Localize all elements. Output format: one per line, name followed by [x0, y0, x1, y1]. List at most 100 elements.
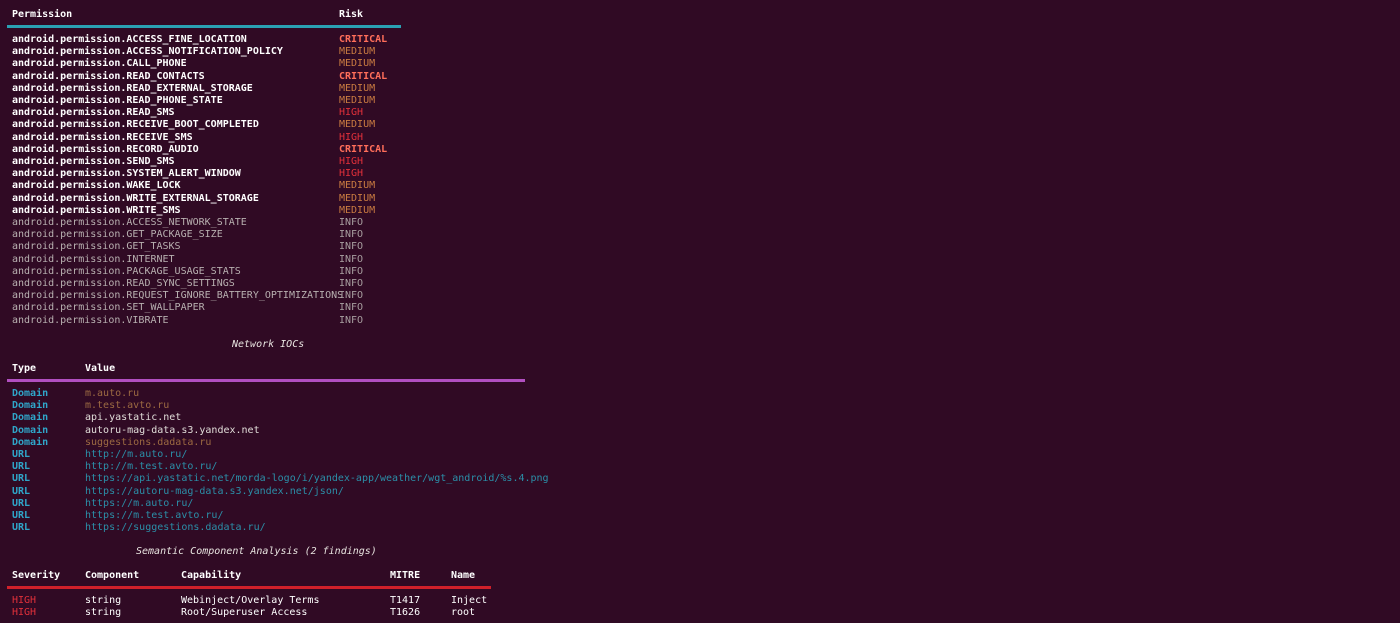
- permission-name: android.permission.GET_PACKAGE_SIZE: [12, 229, 223, 241]
- ioc-type: URL: [12, 485, 31, 497]
- finding-row: HIGH string Root/Superuser Access T1626 root: [0, 607, 500, 619]
- ioc-row: URL https://api.yastatic.net/morda-logo/i…: [0, 473, 549, 485]
- ioc-value: m.test.avto.ru: [85, 400, 170, 412]
- ioc-row: URL https://suggestions.dadata.ru/: [0, 522, 540, 534]
- permission-name: android.permission.RECEIVE_BOOT_COMPLETE…: [12, 119, 259, 131]
- permission-name: android.permission.SET_WALLPAPER: [12, 302, 205, 314]
- permission-name: android.permission.READ_SMS: [12, 107, 175, 119]
- finding-mitre-id: T1417: [390, 595, 421, 606]
- capability-column-header: Capability: [181, 570, 242, 581]
- ioc-type: URL: [12, 449, 31, 460]
- risk-level: INFO: [339, 278, 364, 289]
- ioc-row: URL https://m.auto.ru/: [0, 498, 540, 510]
- permission-row: android.permission.RECEIVE_BOOT_COMPLETE…: [0, 119, 400, 131]
- risk-level: CRITICAL: [339, 70, 388, 82]
- permission-name: android.permission.INTERNET: [12, 253, 175, 265]
- permission-name: android.permission.WAKE_LOCK: [12, 180, 181, 192]
- ioc-row: URL https://m.test.avto.ru/: [0, 510, 540, 522]
- semantic-header-divider: [7, 586, 491, 589]
- ioc-row: Domain autoru-mag-data.s3.yandex.net: [0, 425, 540, 437]
- risk-level: MEDIUM: [339, 119, 376, 131]
- mitre-column-header: MITRE: [390, 570, 421, 581]
- ioc-value: api.yastatic.net: [85, 412, 182, 424]
- ioc-type: Domain: [12, 412, 49, 424]
- ioc-row: Domain suggestions.dadata.ru: [0, 437, 540, 449]
- permission-row: android.permission.WRITE_EXTERNAL_STORAG…: [0, 193, 400, 205]
- ioc-row: Domain api.yastatic.net: [0, 412, 540, 424]
- risk-level: INFO: [339, 314, 364, 326]
- permission-name: android.permission.SYSTEM_ALERT_WINDOW: [12, 168, 241, 180]
- permission-row: android.permission.READ_SMS HIGH: [0, 107, 400, 119]
- permission-row: android.permission.SEND_SMS HIGH: [0, 156, 400, 168]
- ioc-value: http://m.auto.ru/: [85, 449, 188, 460]
- permission-row: android.permission.ACCESS_NOTIFICATION_P…: [0, 46, 400, 58]
- risk-level: HIGH: [339, 156, 364, 167]
- ioc-value: autoru-mag-data.s3.yandex.net: [85, 424, 260, 436]
- permission-row: android.permission.REQUEST_IGNORE_BATTER…: [0, 290, 400, 302]
- ioc-row: URL https://autoru-mag-data.s3.yandex.net…: [0, 486, 540, 498]
- risk-level: MEDIUM: [339, 58, 376, 70]
- permission-row: android.permission.INTERNET INFO: [0, 254, 400, 266]
- permission-name: android.permission.READ_CONTACTS: [12, 70, 205, 82]
- risk-level: HIGH: [339, 168, 364, 180]
- permission-name: android.permission.READ_EXTERNAL_STORAGE: [12, 82, 253, 94]
- risk-level: INFO: [339, 302, 364, 314]
- permission-name: android.permission.CALL_PHONE: [12, 58, 187, 70]
- risk-level: INFO: [339, 265, 364, 277]
- ioc-value: m.auto.ru: [85, 388, 140, 399]
- ioc-value: https://api.yastatic.net/morda-logo/i/ya…: [85, 473, 549, 485]
- ioc-row: URL http://m.test.avto.ru/: [0, 461, 540, 473]
- semantic-analysis-title: Semantic Component Analysis (2 findings): [136, 546, 377, 557]
- risk-level: CRITICAL: [339, 34, 388, 45]
- permission-row: android.permission.GET_TASKS INFO: [0, 241, 400, 253]
- permission-row: android.permission.READ_PHONE_STATE MEDIU…: [0, 95, 400, 107]
- network-iocs-title: Network IOCs: [232, 339, 305, 350]
- risk-level: CRITICAL: [339, 143, 388, 155]
- permission-name: android.permission.PACKAGE_USAGE_STATS: [12, 265, 241, 277]
- permissions-header-divider: [7, 25, 401, 28]
- ioc-row: Domain m.auto.ru: [0, 388, 540, 400]
- permission-name: android.permission.READ_SYNC_SETTINGS: [12, 278, 235, 289]
- severity-column-header: Severity: [12, 570, 61, 581]
- ioc-type: URL: [12, 522, 31, 534]
- ioc-row: URL http://m.auto.ru/: [0, 449, 540, 461]
- risk-level: MEDIUM: [339, 95, 376, 106]
- finding-name: Inject: [451, 595, 488, 606]
- finding-capability: Root/Superuser Access: [181, 607, 308, 619]
- ioc-type: Domain: [12, 400, 49, 412]
- ioc-type: Domain: [12, 436, 49, 448]
- permission-name: android.permission.ACCESS_NOTIFICATION_P…: [12, 46, 283, 58]
- permission-row: android.permission.SET_WALLPAPER INFO: [0, 302, 400, 314]
- finding-component: string: [85, 595, 122, 606]
- risk-column-header: Risk: [339, 9, 364, 20]
- ioc-value: http://m.test.avto.ru/: [85, 461, 218, 473]
- finding-severity: HIGH: [12, 607, 37, 619]
- finding-capability: Webinject/Overlay Terms: [181, 595, 320, 606]
- type-column-header: Type: [12, 363, 37, 374]
- risk-level: INFO: [339, 229, 364, 241]
- ioc-type: URL: [12, 473, 31, 485]
- finding-mitre-id: T1626: [390, 607, 421, 619]
- risk-level: HIGH: [339, 107, 364, 119]
- ioc-row: Domain m.test.avto.ru: [0, 400, 540, 412]
- ioc-value: https://m.test.avto.ru/: [85, 510, 224, 521]
- name-column-header: Name: [451, 570, 476, 581]
- risk-level: INFO: [339, 241, 364, 253]
- ioc-value: https://suggestions.dadata.ru/: [85, 522, 266, 534]
- permission-row: android.permission.CALL_PHONE MEDIUM: [0, 58, 400, 70]
- ioc-type: URL: [12, 497, 31, 509]
- permission-row: android.permission.ACCESS_NETWORK_STATE I…: [0, 217, 400, 229]
- finding-name: root: [451, 607, 476, 619]
- permission-name: android.permission.GET_TASKS: [12, 241, 181, 253]
- value-column-header: Value: [85, 363, 116, 374]
- permission-name: android.permission.RECORD_AUDIO: [12, 143, 199, 155]
- risk-level: INFO: [339, 253, 364, 265]
- permission-row: android.permission.WAKE_LOCK MEDIUM: [0, 180, 400, 192]
- ioc-value: https://autoru-mag-data.s3.yandex.net/js…: [85, 485, 344, 497]
- risk-level: MEDIUM: [339, 82, 376, 94]
- permission-name: android.permission.READ_PHONE_STATE: [12, 95, 223, 106]
- risk-level: INFO: [339, 290, 364, 302]
- permission-row: android.permission.PACKAGE_USAGE_STATS IN…: [0, 266, 400, 278]
- permission-name: android.permission.ACCESS_NETWORK_STATE: [12, 217, 247, 228]
- permission-column-header: Permission: [12, 9, 73, 20]
